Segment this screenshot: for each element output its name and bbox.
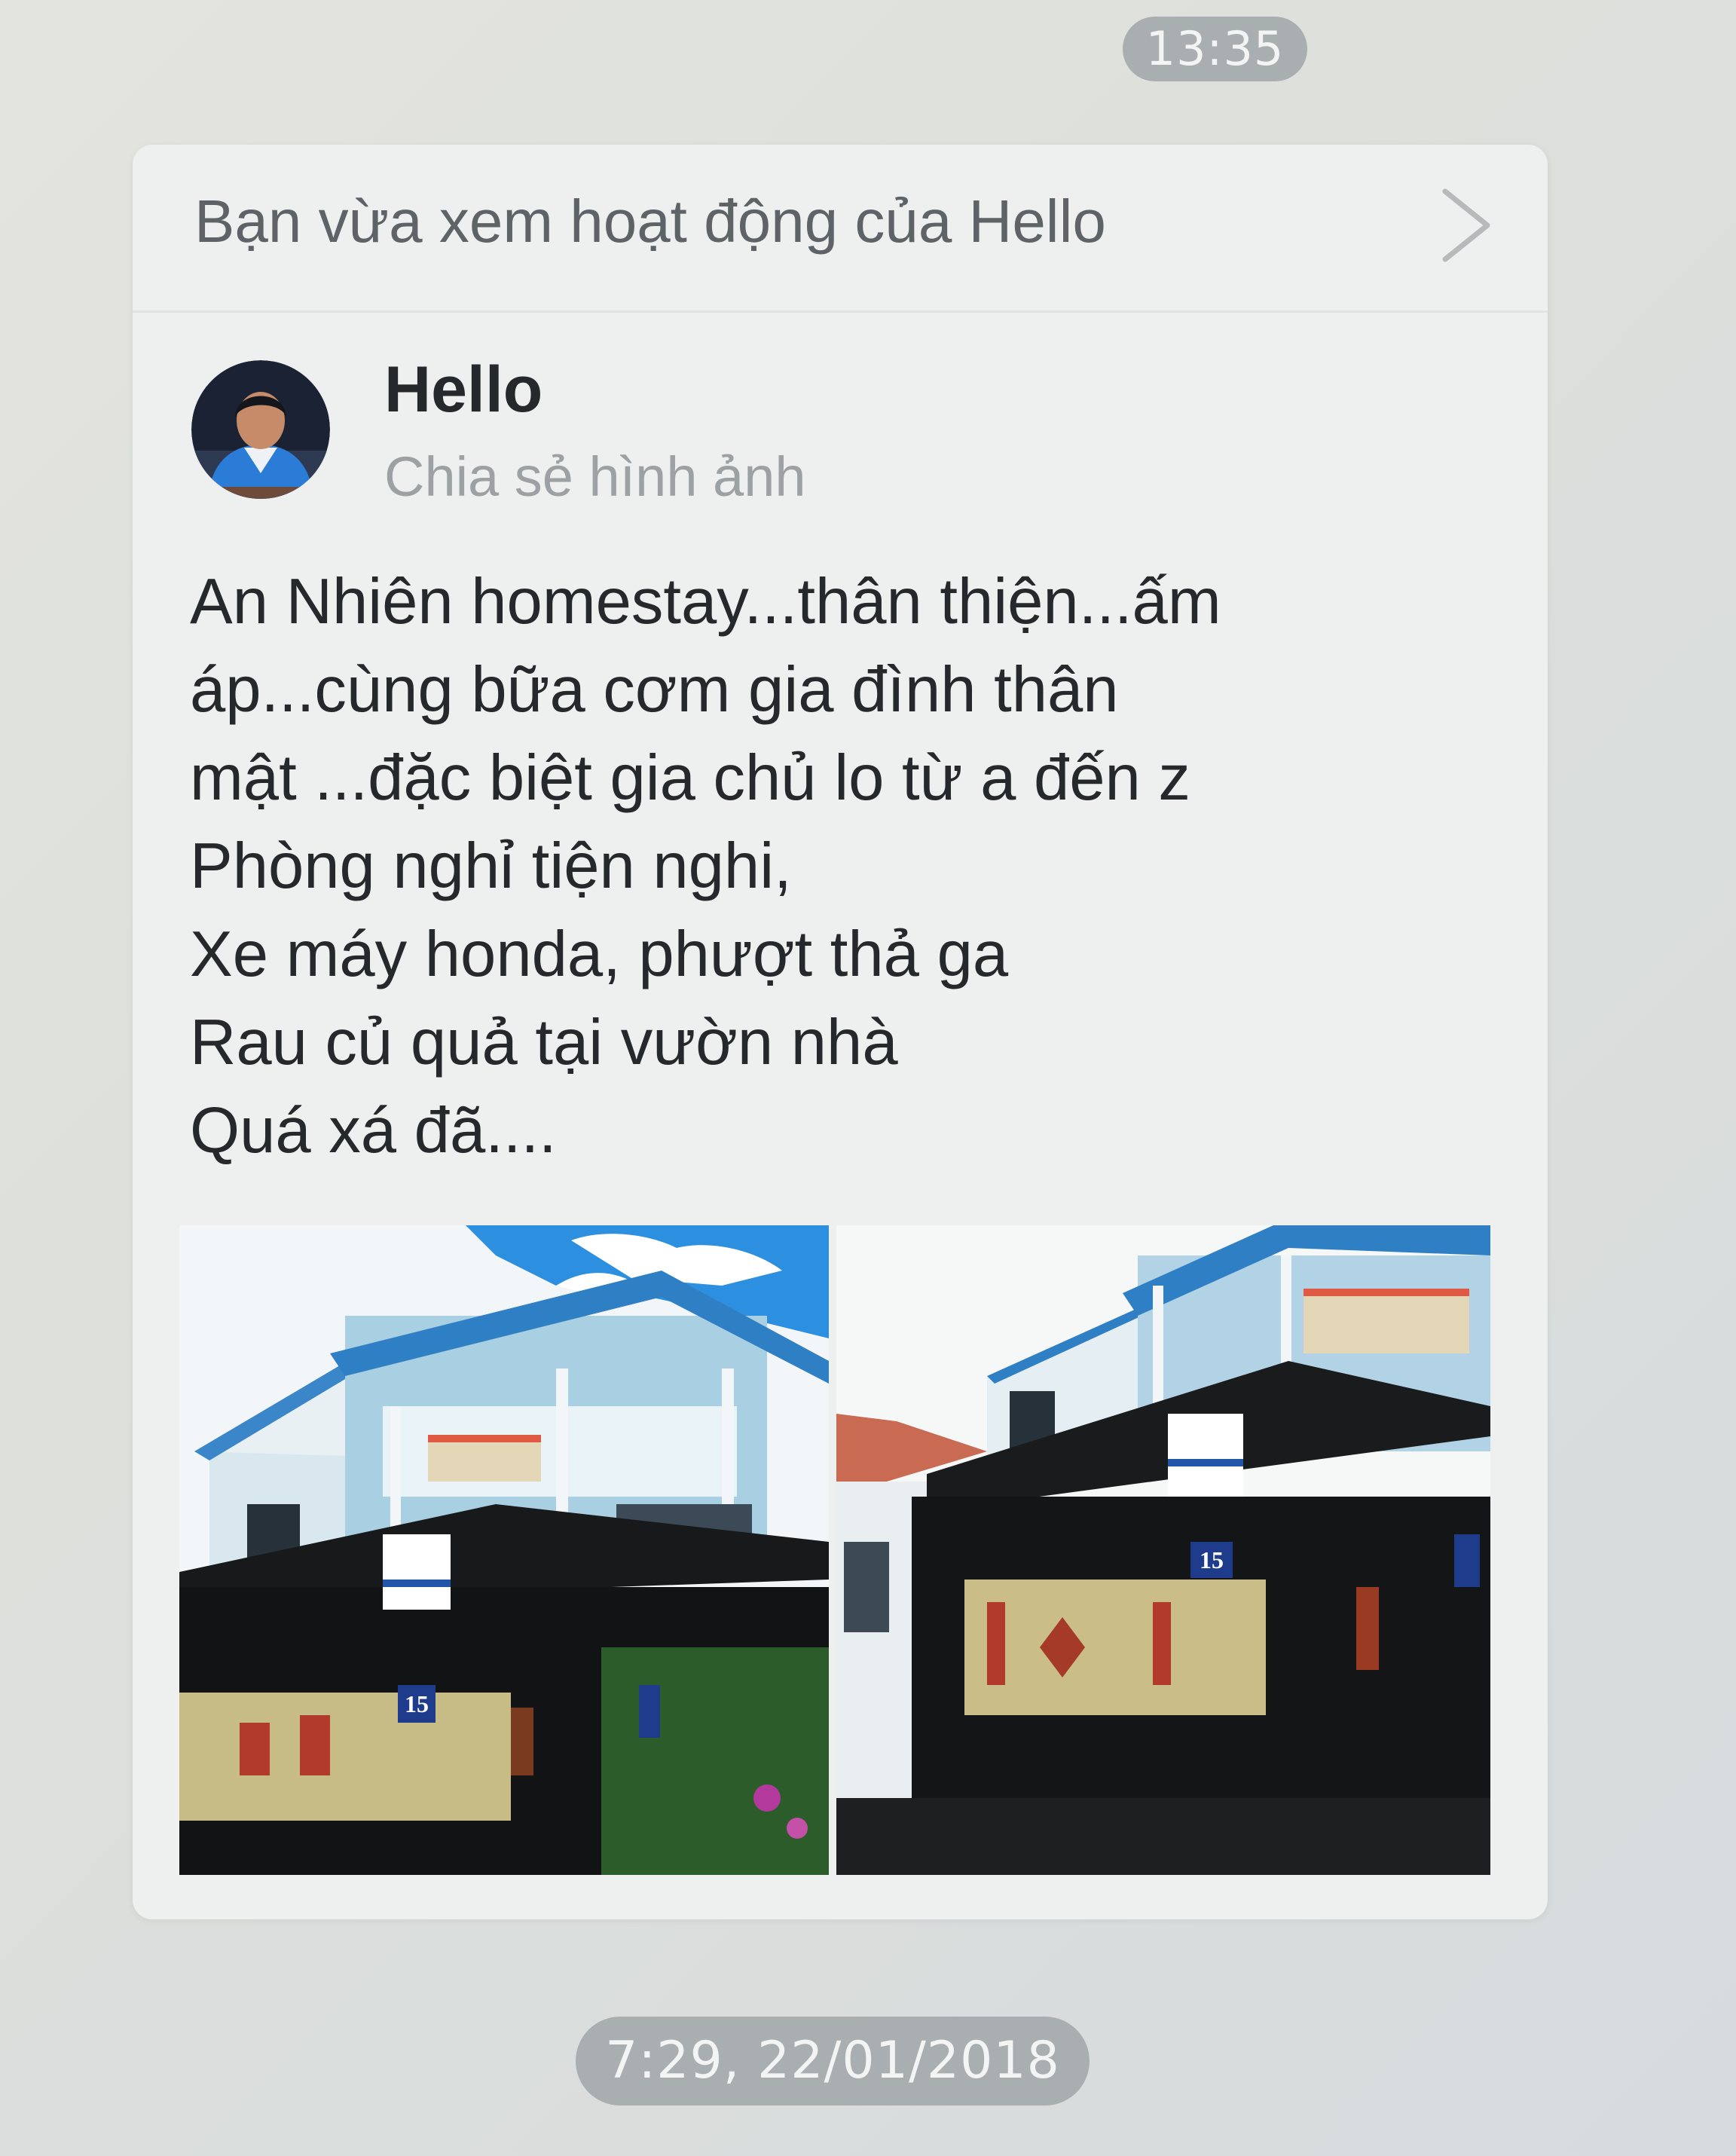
shared-photo-2[interactable]: 15 — [836, 1225, 1490, 1875]
activity-header-text: Bạn vừa xem hoạt động của Hello — [194, 188, 1106, 255]
chevron-right-icon — [1442, 188, 1490, 262]
house-number: 15 — [1200, 1546, 1224, 1573]
post-type-label: Chia sẻ hình ảnh — [384, 445, 806, 508]
house-number: 15 — [405, 1690, 429, 1717]
caption-line: mật ...đặc biệt gia chủ lo từ a đến z — [190, 742, 1190, 814]
shared-photo-1[interactable]: 15 — [179, 1225, 829, 1875]
caption-line: Xe máy honda, phượt thả ga — [190, 919, 1009, 990]
caption-line: Quá xá đã.... — [190, 1095, 557, 1167]
avatar[interactable] — [191, 360, 330, 499]
activity-card[interactable]: Bạn vừa xem hoạt động của Hello Hello Ch… — [133, 145, 1548, 1919]
house-photo: 15 — [179, 1225, 829, 1875]
caption-line: Phòng nghỉ tiện nghi, — [190, 830, 792, 902]
caption-line: áp...cùng bữa cơm gia đình thân — [190, 654, 1119, 726]
time-divider-top: 13:35 — [1123, 17, 1307, 81]
profile-photo — [191, 360, 330, 499]
caption-line: Rau củ quả tại vườn nhà — [190, 1007, 898, 1078]
house-photo: 15 — [836, 1225, 1490, 1875]
activity-header[interactable]: Bạn vừa xem hoạt động của Hello — [133, 145, 1548, 313]
timestamp-badge: 7:29, 22/01/2018 — [576, 2017, 1090, 2106]
post-caption: An Nhiên homestay...thân thiện...ấm áp..… — [190, 558, 1471, 1175]
poster-name[interactable]: Hello — [384, 353, 542, 427]
caption-line: An Nhiên homestay...thân thiện...ấm — [190, 566, 1221, 638]
